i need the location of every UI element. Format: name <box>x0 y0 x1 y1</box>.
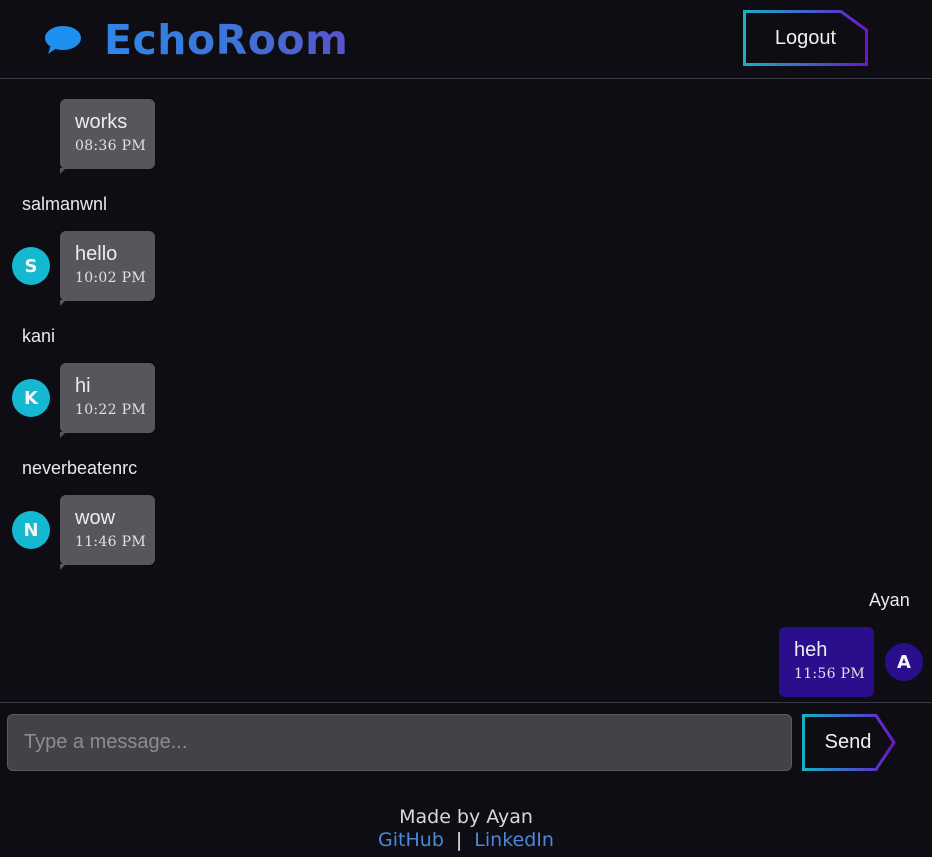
message-input[interactable] <box>7 714 792 771</box>
message-time: 11:46 PM <box>75 534 146 550</box>
footer-links: GitHub | LinkedIn <box>0 829 932 851</box>
message-text: hi <box>75 375 91 397</box>
avatar: S <box>12 247 50 285</box>
avatar: A <box>885 643 923 681</box>
app-title: EchoRoom <box>104 16 349 64</box>
app-header: EchoRoom Logout <box>0 0 932 79</box>
message-list: works 08:36 PM salmanwnl S hello 10:02 P… <box>0 80 932 702</box>
send-button[interactable]: Send <box>802 714 896 771</box>
composer-bar: Send <box>0 702 932 782</box>
footer: Made by Ayan GitHub | LinkedIn <box>0 805 932 851</box>
my-message-bubble: heh 11:56 PM <box>779 627 874 697</box>
message-username: kani <box>22 326 56 346</box>
message-text: hello <box>75 243 118 265</box>
message-bubble: works 08:36 PM <box>60 99 155 174</box>
avatar: K <box>12 379 50 417</box>
message-bubble: hi 10:22 PM <box>60 363 155 438</box>
message-bubble: hello 10:02 PM <box>60 231 155 306</box>
message-time: 11:56 PM <box>794 666 865 682</box>
message-bubble: wow 11:46 PM <box>60 495 155 570</box>
message-username: Ayan <box>869 590 910 610</box>
message-time: 08:36 PM <box>75 138 146 154</box>
message-username: neverbeatenrc <box>22 458 138 478</box>
footer-separator: | <box>455 829 463 851</box>
message-text: works <box>75 111 128 133</box>
github-link[interactable]: GitHub <box>378 829 444 851</box>
chat-bubble-icon <box>45 26 81 54</box>
linkedin-link[interactable]: LinkedIn <box>474 829 554 851</box>
message-time: 10:22 PM <box>75 402 146 418</box>
message-text: heh <box>794 639 828 661</box>
message-text: wow <box>75 507 116 529</box>
message-time: 10:02 PM <box>75 270 146 286</box>
logout-label: Logout <box>774 26 837 49</box>
footer-credit: Made by Ayan <box>399 806 533 828</box>
message-username: salmanwnl <box>22 194 108 214</box>
avatar: N <box>12 511 50 549</box>
send-label: Send <box>824 731 872 753</box>
logout-button[interactable]: Logout <box>743 10 868 66</box>
